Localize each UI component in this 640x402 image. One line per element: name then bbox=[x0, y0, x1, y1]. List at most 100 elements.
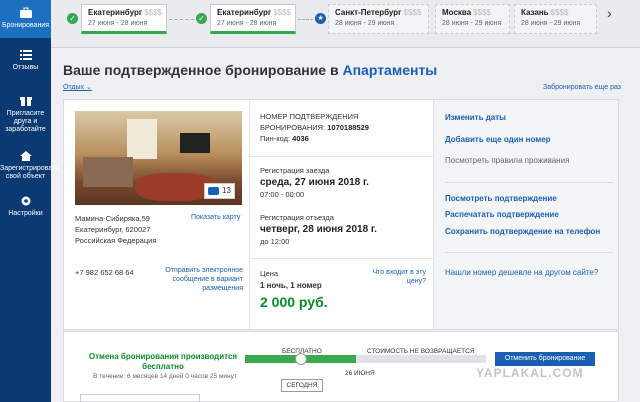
booking-card: 13 Мамина-Сибиряка,59 Екатеринбург, 6200… bbox=[63, 99, 619, 330]
photo-count-badge[interactable]: 13 bbox=[204, 183, 235, 199]
house-rules-link[interactable]: Посмотреть правила проживания bbox=[445, 156, 569, 165]
sidebar-item-settings[interactable]: Настройки bbox=[0, 193, 51, 221]
title-text: Ваше подтвержденное бронирование в bbox=[63, 62, 339, 78]
divider bbox=[250, 156, 434, 157]
checkin-time: 07:00 - 00:00 bbox=[260, 190, 305, 199]
trip-price: $$$$ bbox=[473, 8, 491, 17]
check-icon: ✓ bbox=[196, 13, 207, 24]
sidebar-item-register[interactable]: Зарегистрировать свой объект bbox=[0, 147, 59, 183]
sidebar-item-label: Отзывы bbox=[12, 64, 39, 71]
trip-price: $$$$ bbox=[403, 8, 422, 17]
divider bbox=[445, 252, 613, 253]
camera-icon bbox=[208, 187, 219, 195]
checkout-block: Регистрация отъезда четверг, 28 июня 201… bbox=[260, 212, 377, 248]
checkout-date: четверг, 28 июня 2018 г. bbox=[260, 224, 377, 235]
whats-included-link[interactable]: Что входит в эту цену? bbox=[370, 268, 426, 286]
nonrefundable-label: СТОИМОСТЬ НЕ ВОЗВРАЩАЕТСЯ bbox=[367, 348, 475, 355]
booking-details-column: НОМЕР ПОДТВЕРЖДЕНИЯ БРОНИРОВАНИЯ: 107018… bbox=[250, 100, 434, 329]
trip-purpose-dropdown[interactable]: Отдых ⌄ bbox=[63, 83, 92, 91]
price-block: Цена 1 ночь, 1 номер 2 000 руб. bbox=[260, 268, 328, 310]
checkout-time: до 12:00 bbox=[260, 237, 290, 246]
chevron-right-icon[interactable]: › bbox=[607, 5, 612, 21]
pin-label: Пин-код: bbox=[260, 134, 291, 143]
pin-code: 4036 bbox=[292, 134, 309, 143]
trip-price: $$$$ bbox=[144, 8, 162, 17]
trip-card-ekb-1[interactable]: Екатеринбург $$$$ 27 июня - 28 июня bbox=[81, 4, 167, 34]
address-line: Мамина-Сибиряка,59 bbox=[75, 214, 150, 223]
print-confirmation-link[interactable]: Распечатать подтверждение bbox=[445, 210, 559, 219]
trip-city: Екатеринбург bbox=[217, 8, 272, 17]
chevron-down-icon: ⌄ bbox=[86, 84, 92, 91]
photo-count: 13 bbox=[222, 186, 231, 195]
save-to-phone-link[interactable]: Сохранить подтверждение на телефон bbox=[445, 227, 600, 236]
sidebar-item-label: Настройки bbox=[8, 210, 43, 217]
star-icon: ★ bbox=[315, 13, 326, 24]
price-nights: 1 ночь, 1 номер bbox=[260, 281, 322, 290]
add-room-link[interactable]: Добавить еще один номер bbox=[445, 135, 551, 144]
cancellation-field bbox=[80, 394, 200, 402]
sidebar-item-invite[interactable]: Пригласите друга и заработайте bbox=[0, 92, 51, 136]
divider bbox=[445, 182, 613, 183]
change-dates-link[interactable]: Изменить даты bbox=[445, 113, 506, 122]
found-cheaper-link[interactable]: Нашли номер дешевле на другом сайте? bbox=[445, 268, 598, 277]
trip-city: Санкт-Петербург bbox=[335, 8, 402, 17]
trip-dates: 28 июня - 29 июня bbox=[521, 20, 581, 27]
home-icon bbox=[19, 151, 32, 161]
property-column: 13 Мамина-Сибиряка,59 Екатеринбург, 6200… bbox=[64, 100, 250, 329]
actions-column: Изменить даты Добавить еще один номер По… bbox=[434, 100, 618, 329]
trip-dates: 28 июня - 29 июня bbox=[335, 20, 395, 27]
divider bbox=[169, 19, 194, 20]
sidebar-item-reviews[interactable]: Отзывы bbox=[0, 46, 51, 76]
trip-card-spb[interactable]: Санкт-Петербург $$$$ 28 июня - 29 июня bbox=[328, 4, 429, 34]
sidebar-item-label: Бронирования bbox=[1, 22, 50, 29]
trip-purpose-label: Отдых bbox=[63, 84, 85, 91]
list-icon bbox=[19, 50, 32, 60]
gift-icon bbox=[19, 97, 32, 106]
sidebar-item-bookings[interactable]: Бронирования bbox=[0, 0, 51, 38]
cancel-booking-button[interactable]: Отменить бронирование bbox=[495, 352, 595, 366]
price-label: Цена bbox=[260, 269, 279, 278]
sidebar-item-label: Зарегистрировать свой объект bbox=[0, 165, 59, 180]
property-type-link[interactable]: Апартаменты bbox=[342, 62, 437, 78]
address-line: Российская Федерация bbox=[75, 236, 157, 245]
cancellation-title: Отмена бронирования производится бесплат… bbox=[88, 352, 238, 371]
send-message-link[interactable]: Отправить электронное сообщение в вариан… bbox=[157, 266, 243, 293]
sidebar: Бронирования Отзывы Пригласите друга и з… bbox=[0, 0, 59, 402]
page-title: Ваше подтвержденное бронирование в Апарт… bbox=[63, 62, 437, 78]
checkin-label: Регистрация заезда bbox=[260, 166, 330, 175]
cancellation-countdown: В течение: 6 месяцев 14 дней 0 часов 25 … bbox=[93, 373, 237, 380]
trip-city: Москва bbox=[442, 8, 472, 17]
nonrefundable-bar bbox=[356, 355, 486, 363]
today-marker bbox=[295, 353, 307, 365]
trip-dates: 27 июня - 28 июня bbox=[88, 20, 148, 27]
show-map-link[interactable]: Показать карту bbox=[191, 214, 240, 221]
checkin-date: среда, 27 июня 2018 г. bbox=[260, 177, 369, 188]
trip-card-ekb-2[interactable]: Екатеринбург $$$$ 27 июня - 28 июня bbox=[210, 4, 296, 34]
check-icon: ✓ bbox=[67, 13, 78, 24]
briefcase-icon bbox=[19, 7, 32, 18]
price-amount: 2 000 руб. bbox=[260, 294, 328, 310]
trip-card-msk[interactable]: Москва $$$$ 28 июня - 29 июня bbox=[435, 4, 510, 34]
divider bbox=[298, 19, 313, 20]
view-confirmation-link[interactable]: Посмотреть подтверждение bbox=[445, 194, 557, 203]
trip-card-kzn[interactable]: Казань $$$$ 28 июня - 29 июня bbox=[514, 4, 597, 34]
checkout-label: Регистрация отъезда bbox=[260, 213, 334, 222]
trip-dates: 27 июня - 28 июня bbox=[217, 20, 277, 27]
checkin-block: Регистрация заезда среда, 27 июня 2018 г… bbox=[260, 165, 369, 201]
confirmation-number: 1070188529 bbox=[327, 123, 369, 132]
trip-timeline: ✓ Екатеринбург $$$$ 27 июня - 28 июня ✓ Е… bbox=[51, 0, 640, 48]
divider bbox=[250, 258, 434, 259]
confirmation-label: НОМЕР ПОДТВЕРЖДЕНИЯ bbox=[260, 112, 359, 121]
confirmation-label: БРОНИРОВАНИЯ: bbox=[260, 123, 326, 132]
trip-price: $$$$ bbox=[550, 8, 569, 17]
address-line: Екатеринбург, 620027 bbox=[75, 225, 151, 234]
confirmation-block: НОМЕР ПОДТВЕРЖДЕНИЯ БРОНИРОВАНИЯ: 107018… bbox=[260, 111, 369, 144]
trip-city: Казань bbox=[521, 8, 549, 17]
property-phone: +7 982 652 68 64 bbox=[75, 268, 134, 277]
deadline-date: 26 ИЮНЯ bbox=[345, 370, 375, 377]
property-address: Мамина-Сибиряка,59 Екатеринбург, 620027 … bbox=[75, 213, 156, 246]
today-badge: СЕГОДНЯ bbox=[281, 379, 323, 392]
watermark: YAPLAKAL.COM bbox=[476, 366, 584, 380]
trip-price: $$$$ bbox=[273, 8, 291, 17]
book-again-link[interactable]: Забронировать еще раз bbox=[543, 84, 621, 91]
